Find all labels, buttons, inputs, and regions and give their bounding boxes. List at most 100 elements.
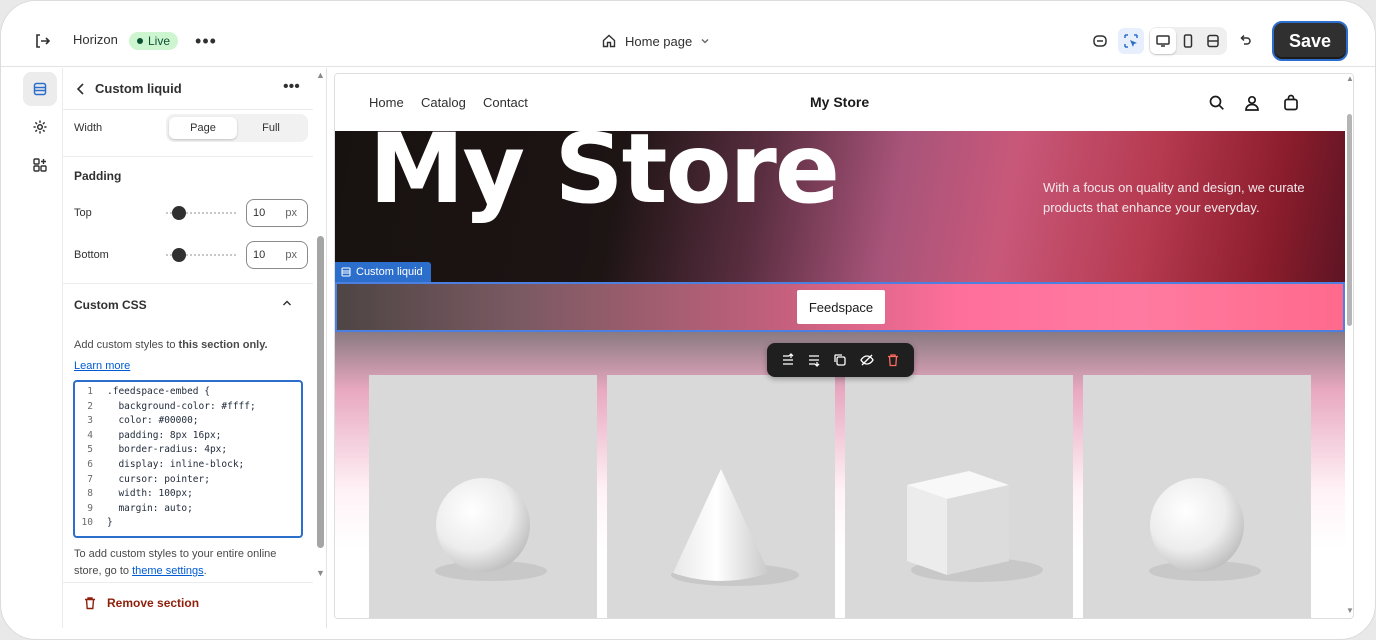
css-help-text: Add custom styles to this section only. (74, 339, 294, 351)
product-card[interactable] (845, 375, 1073, 618)
move-up-icon[interactable] (778, 350, 798, 370)
page-selector-label: Home page (625, 33, 693, 49)
store-logo-title[interactable]: My Store (810, 94, 869, 110)
padding-top-label: Top (74, 207, 92, 219)
panel-header: Custom liquid ••• (63, 68, 313, 110)
line-number: 9 (87, 502, 93, 514)
back-arrow-icon[interactable] (73, 80, 89, 98)
product-card[interactable] (1083, 375, 1311, 618)
css-help-prefix: Add custom styles to (74, 339, 179, 351)
hero-title: My Store (369, 131, 840, 225)
nav-link-catalog[interactable]: Catalog (421, 95, 466, 110)
divider (63, 582, 313, 583)
cart-icon[interactable] (1281, 93, 1301, 113)
padding-bottom-input[interactable]: 10 px (246, 241, 308, 269)
settings-icon[interactable] (23, 110, 57, 144)
product-card[interactable] (369, 375, 597, 618)
padding-top-input[interactable]: 10 px (246, 199, 308, 227)
code-line[interactable]: 2 background-color: #ffff; (75, 401, 301, 416)
code-line[interactable]: 3 color: #00000; (75, 415, 301, 430)
css-code-editor[interactable]: 1 .feedspace-embed {2 background-color: #… (73, 380, 303, 538)
code-line[interactable]: 5 border-radius: 4px; (75, 444, 301, 459)
code-text: .feedspace-embed { (107, 386, 210, 397)
padding-bottom-slider[interactable] (166, 248, 238, 262)
code-line[interactable]: 4 padding: 8px 16px; (75, 430, 301, 445)
mobile-icon[interactable] (1175, 28, 1201, 54)
remove-section-button[interactable]: Remove section (83, 596, 199, 610)
sections-icon[interactable] (23, 72, 57, 106)
duplicate-icon[interactable] (830, 350, 850, 370)
width-label: Width (74, 122, 103, 134)
undo-icon[interactable] (1232, 28, 1258, 54)
code-line[interactable]: 7 cursor: pointer; (75, 474, 301, 489)
more-horizontal-icon[interactable]: ••• (195, 31, 217, 51)
nav-link-contact[interactable]: Contact (483, 95, 528, 110)
padding-top-value: 10 (253, 207, 266, 219)
page-selector[interactable]: Home page (601, 31, 710, 51)
learn-more-link[interactable]: Learn more (74, 360, 130, 372)
apps-icon[interactable] (23, 148, 57, 182)
custom-liquid-section[interactable]: Feedspace (335, 282, 1345, 332)
remove-section-label: Remove section (107, 596, 200, 610)
preview-scrollbar[interactable]: ▲ ▼ (1345, 74, 1353, 618)
code-line[interactable]: 9 margin: auto; (75, 503, 301, 518)
move-down-icon[interactable] (804, 350, 824, 370)
code-line[interactable]: 8 width: 100px; (75, 488, 301, 503)
line-number: 7 (87, 473, 93, 485)
slider-handle[interactable] (172, 206, 186, 220)
custom-css-heading: Custom CSS (74, 298, 147, 312)
desktop-icon[interactable] (1150, 28, 1176, 54)
footer-note-suffix: . (203, 565, 207, 577)
account-icon[interactable] (1242, 93, 1262, 113)
padding-bottom-value: 10 (253, 249, 266, 261)
search-icon[interactable] (1207, 93, 1227, 113)
sphere-image (435, 478, 547, 581)
divider (63, 156, 313, 157)
home-icon (602, 34, 616, 48)
width-option-page[interactable]: Page (169, 117, 237, 139)
ai-assist-icon[interactable] (1087, 28, 1113, 54)
code-text: color: #00000; (107, 415, 199, 427)
hero-banner[interactable]: My Store With a focus on quality and des… (335, 131, 1345, 283)
scroll-up-arrow-icon[interactable]: ▲ (1346, 74, 1353, 83)
padding-top-slider[interactable] (166, 206, 238, 220)
section-tag[interactable]: Custom liquid (335, 262, 431, 282)
chevron-up-icon[interactable] (281, 297, 293, 312)
padding-unit: px (285, 249, 297, 261)
code-line[interactable]: 10} (75, 517, 301, 532)
code-text: width: 100px; (107, 488, 193, 500)
line-number: 4 (87, 429, 93, 441)
fullscreen-icon[interactable] (1200, 28, 1226, 54)
feedspace-button[interactable]: Feedspace (797, 290, 885, 324)
width-option-full[interactable]: Full (237, 117, 305, 139)
delete-icon[interactable] (883, 350, 903, 370)
inspector-icon[interactable] (1118, 28, 1144, 54)
store-header: Home Catalog Contact My Store (335, 74, 1353, 131)
viewport-switcher (1149, 27, 1227, 55)
more-horizontal-icon[interactable]: ••• (283, 78, 300, 96)
code-text: cursor: pointer; (107, 473, 210, 485)
code-text: } (107, 517, 113, 529)
nav-link-home[interactable]: Home (369, 95, 404, 110)
slider-handle[interactable] (172, 248, 186, 262)
panel-title: Custom liquid (95, 81, 182, 96)
padding-bottom-label: Bottom (74, 249, 109, 261)
line-number: 5 (87, 444, 93, 456)
scrollbar-thumb[interactable] (1347, 114, 1352, 326)
scroll-down-arrow-icon[interactable]: ▼ (1346, 606, 1353, 615)
code-line[interactable]: 6 display: inline-block; (75, 459, 301, 474)
save-button[interactable]: Save (1272, 21, 1348, 61)
code-text: margin: auto; (107, 502, 193, 514)
divider (63, 283, 313, 284)
hide-icon[interactable] (857, 350, 877, 370)
panel-scrollbar[interactable]: ▲ ▼ (315, 68, 327, 628)
code-line[interactable]: 1 .feedspace-embed { (75, 386, 301, 401)
theme-settings-link[interactable]: theme settings (132, 565, 204, 577)
line-number: 8 (87, 488, 93, 500)
scrollbar-thumb[interactable] (317, 236, 324, 548)
store-preview: Home Catalog Contact My Store My Store W… (334, 73, 1354, 619)
scroll-up-arrow-icon[interactable]: ▲ (316, 70, 325, 80)
scroll-down-arrow-icon[interactable]: ▼ (316, 568, 325, 578)
exit-icon[interactable] (31, 30, 53, 52)
product-card[interactable] (607, 375, 835, 618)
